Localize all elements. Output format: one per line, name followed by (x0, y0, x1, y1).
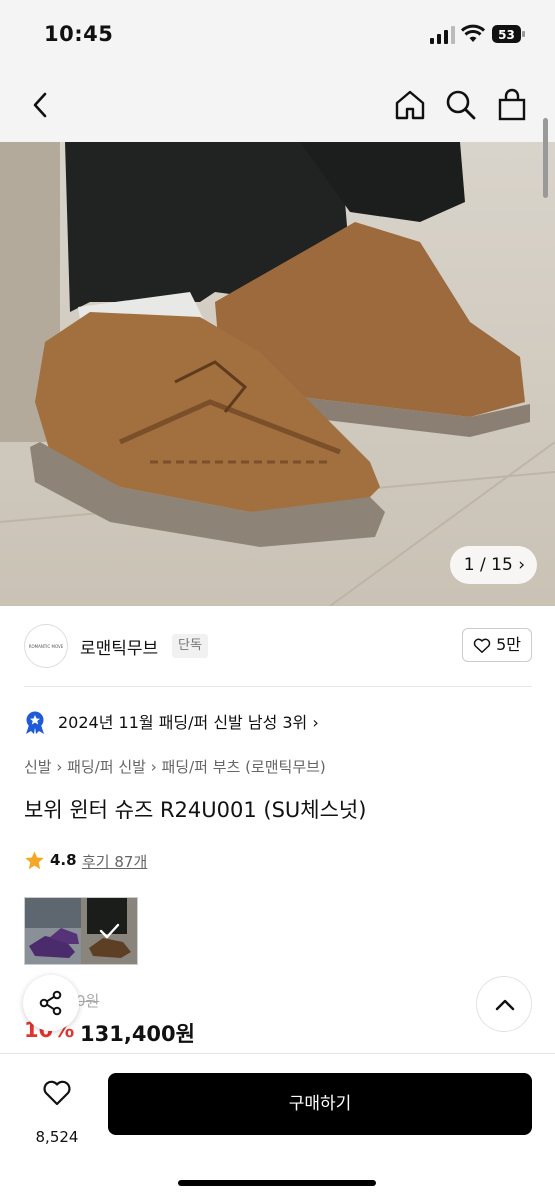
chevron-right-icon: › (518, 555, 525, 575)
home-indicator[interactable] (178, 1180, 376, 1186)
top-nav (0, 70, 555, 142)
share-button[interactable] (23, 975, 79, 1031)
wishlist-count: 8,524 (35, 1128, 79, 1146)
sale-price: 131,400원 (80, 1022, 195, 1046)
heart-icon (473, 638, 491, 653)
chevron-left-icon[interactable] (24, 88, 58, 122)
color-option-purple[interactable] (25, 898, 81, 964)
product-title: 보위 윈터 슈즈 R24U001 (SU체스넛) (24, 798, 367, 822)
battery-icon: 53 (492, 25, 525, 43)
scrollbar[interactable] (543, 118, 548, 198)
exclusive-badge: 단독 (172, 634, 208, 658)
share-icon (39, 990, 62, 1016)
cellular-signal-icon (430, 26, 455, 44)
breadcrumb[interactable]: 신발 › 패딩/퍼 신발 › 패딩/퍼 부츠 (로맨틱무브) (24, 756, 326, 777)
color-options (24, 897, 138, 965)
wishlist-button[interactable]: 8,524 (24, 1074, 88, 1146)
buy-button[interactable]: 구매하기 (108, 1073, 532, 1135)
wifi-icon (461, 24, 485, 42)
image-counter-label: 1 / 15 (463, 555, 513, 575)
original-price: 0원 (76, 992, 100, 1010)
brand-logo[interactable]: ROMANTIC MOVE (24, 624, 68, 668)
divider (24, 686, 532, 687)
brand-logo-text: ROMANTIC MOVE (28, 644, 64, 649)
home-icon[interactable] (393, 88, 427, 122)
brand-like-count: 5만 (496, 635, 521, 654)
bottom-action-bar: 8,524 구매하기 (0, 1053, 555, 1200)
search-icon[interactable] (444, 88, 478, 122)
scroll-to-top-button[interactable] (476, 976, 532, 1032)
product-image-gallery[interactable]: 1 / 15 › (0, 142, 555, 606)
battery-level: 53 (498, 28, 515, 42)
review-count-link[interactable]: 후기 87개 (82, 851, 147, 872)
brand-like-button[interactable]: 5만 (462, 628, 532, 662)
image-counter[interactable]: 1 / 15 › (449, 546, 537, 584)
color-option-brown-selected[interactable] (81, 898, 137, 964)
heart-icon (43, 1080, 71, 1106)
chevron-up-icon (495, 999, 515, 1011)
status-bar: 10:45 53 (0, 0, 555, 70)
brand-name[interactable]: 로맨틱무브 (80, 634, 158, 659)
status-time: 10:45 (44, 22, 114, 46)
rating-score: 4.8 (50, 851, 77, 869)
ranking-badge-icon (26, 711, 44, 734)
product-photo (0, 142, 555, 606)
star-icon (25, 851, 44, 870)
ranking-text: 2024년 11월 패딩/퍼 신발 남성 3위 › (58, 713, 319, 732)
shopping-bag-icon[interactable] (495, 88, 529, 122)
